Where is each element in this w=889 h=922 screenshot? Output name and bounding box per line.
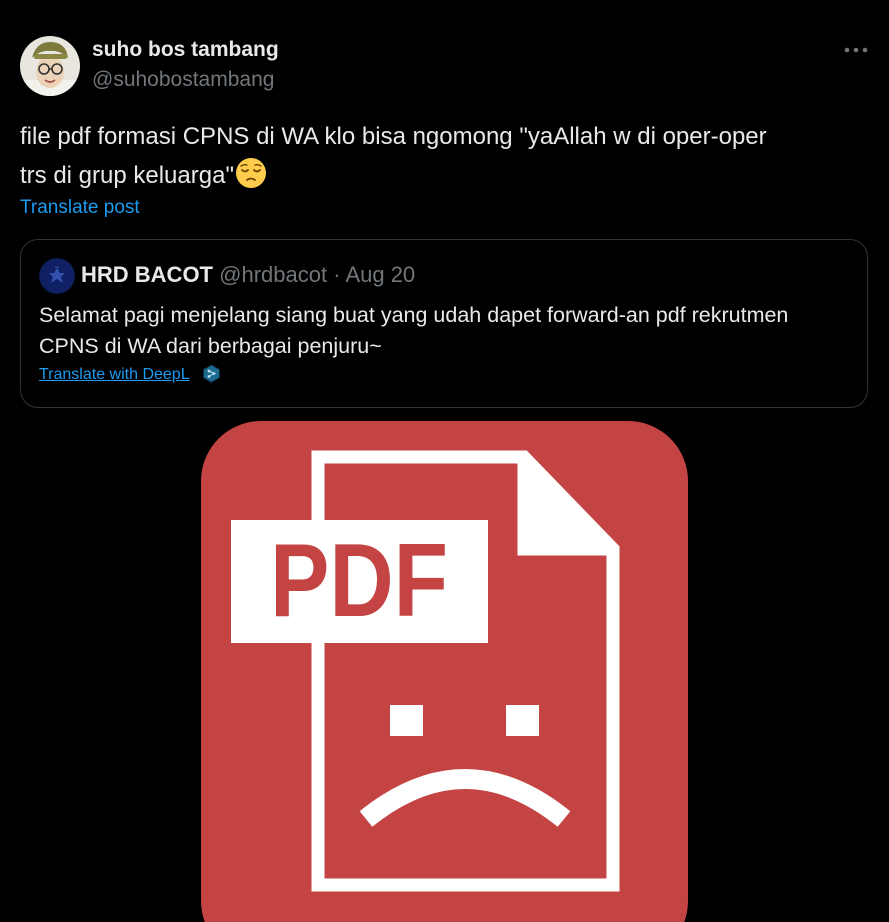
svg-text:•••: •••: [55, 265, 58, 269]
sad-pdf-file-icon: PDF: [201, 421, 688, 922]
translate-with-deepl-link[interactable]: Translate with DeepL: [39, 366, 190, 384]
post-media-image[interactable]: PDF: [201, 421, 688, 922]
quote-text-line-1: Selamat pagi menjelang siang buat yang u…: [39, 303, 789, 327]
post-text: file pdf formasi CPNS di WA klo bisa ngo…: [20, 117, 865, 201]
author-avatar[interactable]: [20, 36, 80, 96]
pdf-label: PDF: [270, 523, 448, 639]
quote-date[interactable]: Aug 20: [345, 262, 415, 287]
post-text-line-2: trs di grup keluarga": [20, 162, 234, 189]
quote-text: Selamat pagi menjelang siang buat yang u…: [39, 300, 859, 362]
more-options-button[interactable]: [838, 38, 874, 62]
deepl-icon[interactable]: [202, 364, 221, 385]
quoted-post-card[interactable]: ••• HRD BACOT @hrdbacot · Aug 20 Selamat…: [20, 239, 868, 408]
ellipsis-icon: [844, 47, 868, 53]
quote-display-name[interactable]: HRD BACOT: [81, 262, 213, 287]
quote-handle[interactable]: @hrdbacot: [219, 262, 327, 287]
quote-header: HRD BACOT @hrdbacot · Aug 20: [81, 262, 415, 288]
relieved-face-emoji: [235, 157, 267, 201]
translate-post-link[interactable]: Translate post: [20, 197, 140, 219]
quote-text-line-2: CPNS di WA dari berbagai penjuru~: [39, 334, 382, 358]
quote-author-avatar[interactable]: •••: [39, 258, 75, 294]
author-handle[interactable]: @suhobostambang: [92, 68, 274, 92]
author-display-name[interactable]: suho bos tambang: [92, 38, 279, 62]
quote-separator: ·: [333, 262, 341, 287]
post-text-line-1: file pdf formasi CPNS di WA klo bisa ngo…: [20, 123, 767, 150]
